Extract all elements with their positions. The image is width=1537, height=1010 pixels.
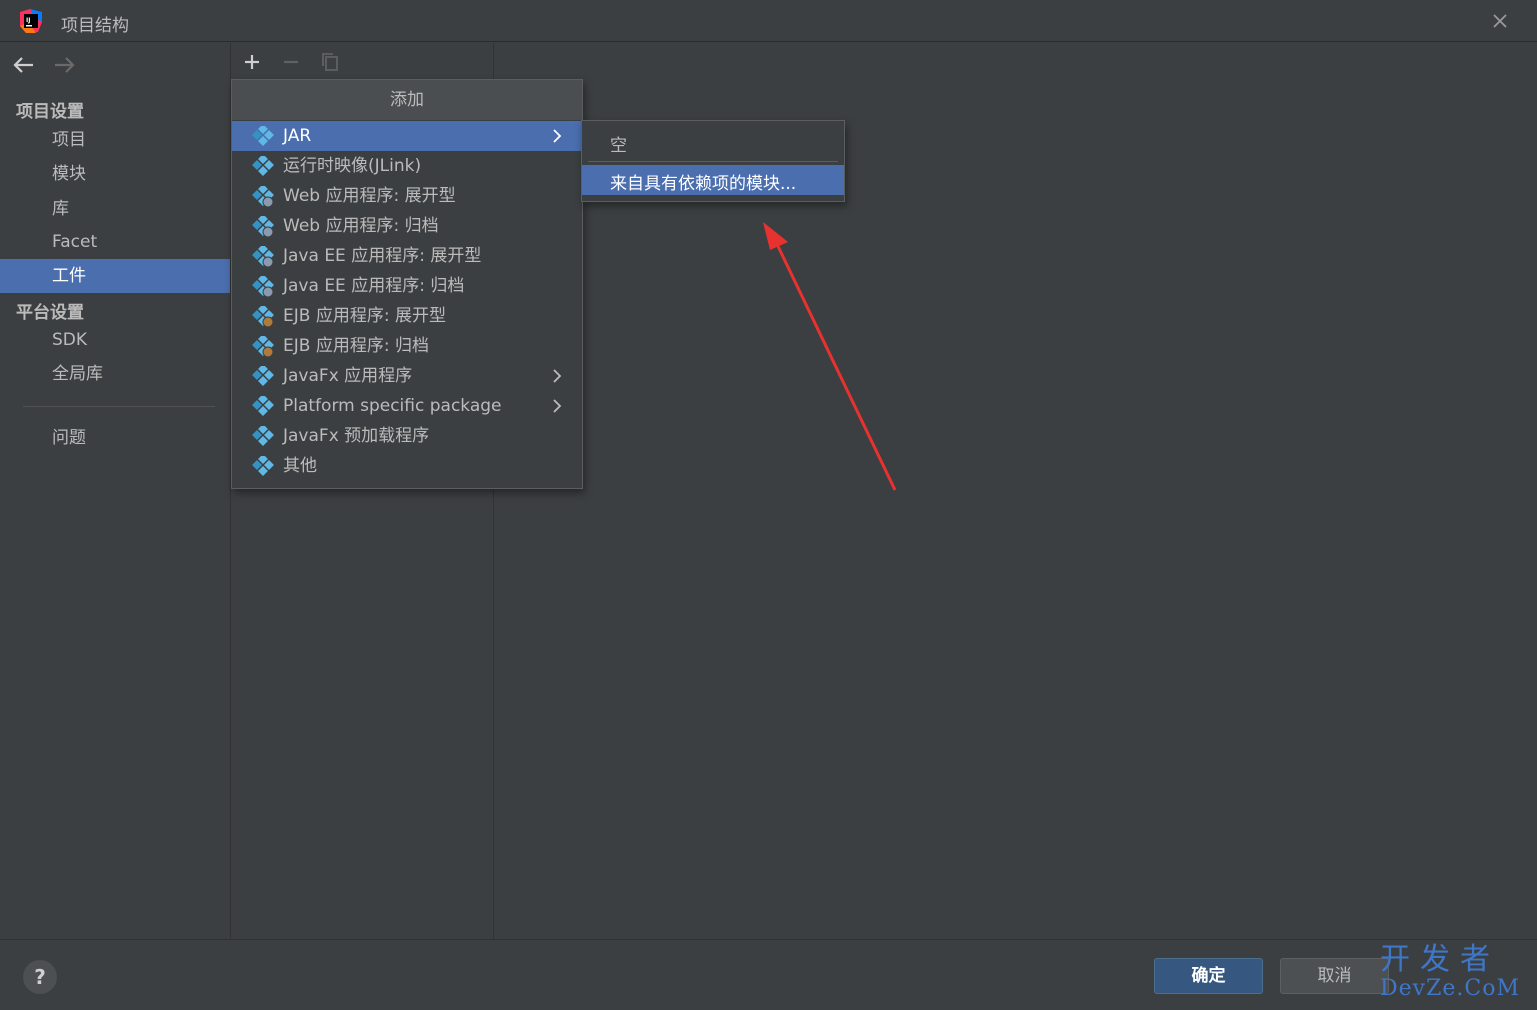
submenu-divider	[588, 161, 838, 162]
jar-diamond-icon	[252, 126, 274, 146]
cancel-button[interactable]: 取消	[1280, 958, 1389, 994]
menu-item-label: Platform specific package	[283, 396, 502, 416]
web-diamond-icon	[252, 216, 274, 238]
remove-icon[interactable]	[281, 52, 301, 72]
menu-item-label: EJB 应用程序: 展开型	[283, 306, 446, 326]
menu-item[interactable]: JavaFx 预加载程序	[232, 421, 582, 451]
sidebar-divider	[23, 406, 215, 407]
title-bar: IJ 项目结构	[0, 0, 1537, 42]
sidebar-item-problems[interactable]: 问题	[0, 421, 230, 455]
watermark: 开发者 DevZe.CoM	[1380, 944, 1530, 1008]
sidebar-item-artifacts[interactable]: 工件	[0, 259, 230, 293]
submenu-item-label: 来自具有依赖项的模块...	[610, 174, 797, 194]
web-diamond-icon	[252, 186, 274, 208]
menu-item-label: EJB 应用程序: 归档	[283, 336, 429, 356]
sidebar-item-global-libraries[interactable]: 全局库	[0, 357, 230, 391]
help-button[interactable]: ?	[23, 960, 57, 994]
ejb-diamond-icon	[252, 336, 274, 358]
ejb-diamond-icon	[252, 306, 274, 328]
submenu-item-label: 空	[610, 136, 627, 156]
sidebar-item-facets[interactable]: Facet	[0, 225, 230, 259]
sidebar-item-modules[interactable]: 模块	[0, 157, 230, 191]
menu-item[interactable]: JAR	[232, 121, 582, 151]
sidebar-item-libraries[interactable]: 库	[0, 192, 230, 226]
forward-arrow-icon[interactable]	[51, 55, 77, 75]
window-title: 项目结构	[61, 16, 129, 36]
diamond-icon	[252, 456, 274, 476]
menu-item[interactable]: Java EE 应用程序: 展开型	[232, 241, 582, 271]
javaee-diamond-icon	[252, 276, 274, 298]
watermark-line2: DevZe.CoM	[1380, 976, 1520, 1001]
chevron-right-icon	[553, 129, 562, 143]
menu-item-label: JAR	[283, 126, 312, 146]
dialog-footer: ? 确定 取消 开发者 DevZe.CoM	[0, 939, 1537, 1010]
menu-item[interactable]: Web 应用程序: 展开型	[232, 181, 582, 211]
menu-item[interactable]: Platform specific package	[232, 391, 582, 421]
watermark-line1: 开发者	[1380, 942, 1500, 977]
submenu-item-from-modules[interactable]: 来自具有依赖项的模块...	[582, 165, 844, 195]
chevron-right-icon	[553, 399, 562, 413]
sidebar-item-sdk[interactable]: SDK	[0, 323, 230, 357]
submenu-item-empty[interactable]: 空	[582, 121, 844, 161]
chevron-right-icon	[553, 369, 562, 383]
menu-item-label: Java EE 应用程序: 归档	[283, 276, 465, 296]
menu-item-label: JavaFx 应用程序	[283, 366, 413, 386]
menu-item[interactable]: EJB 应用程序: 展开型	[232, 301, 582, 331]
menu-item[interactable]: 运行时映像(JLink)	[232, 151, 582, 181]
menu-item[interactable]: Web 应用程序: 归档	[232, 211, 582, 241]
jar-submenu: 空 来自具有依赖项的模块...	[581, 120, 845, 202]
diamond-icon	[252, 156, 274, 176]
menu-item-label: Web 应用程序: 归档	[283, 216, 439, 236]
diamond-icon	[252, 366, 274, 386]
menu-item[interactable]: JavaFx 应用程序	[232, 361, 582, 391]
ok-button[interactable]: 确定	[1154, 958, 1263, 994]
project-settings-header: 项目设置	[16, 102, 84, 122]
add-artifact-popup: 添加 JAR 运行时映像(JLink) Web 应用程序: 展开型 Web 应用程序:…	[231, 79, 583, 489]
menu-item-label: Web 应用程序: 展开型	[283, 186, 456, 206]
menu-item[interactable]: Java EE 应用程序: 归档	[232, 271, 582, 301]
diamond-icon	[252, 396, 274, 416]
add-icon[interactable]	[242, 52, 262, 72]
sidebar: 项目设置 项目 模块 库 Facet 工件 平台设置 SDK 全局库 问题	[0, 43, 231, 939]
close-icon[interactable]	[1489, 10, 1511, 32]
back-arrow-icon[interactable]	[11, 55, 37, 75]
javaee-diamond-icon	[252, 246, 274, 268]
menu-item-label: 其他	[283, 456, 317, 476]
popup-title: 添加	[232, 80, 582, 120]
menu-item-label: JavaFx 预加载程序	[283, 426, 430, 446]
menu-item-label: Java EE 应用程序: 展开型	[283, 246, 482, 266]
copy-icon[interactable]	[320, 52, 340, 72]
svg-text:IJ: IJ	[26, 17, 30, 24]
menu-item-label: 运行时映像(JLink)	[283, 156, 422, 176]
diamond-icon	[252, 426, 274, 446]
menu-item[interactable]: 其他	[232, 451, 582, 481]
intellij-logo-icon: IJ	[20, 9, 42, 33]
platform-settings-header: 平台设置	[16, 303, 84, 323]
menu-item[interactable]: EJB 应用程序: 归档	[232, 331, 582, 361]
sidebar-item-project[interactable]: 项目	[0, 123, 230, 157]
